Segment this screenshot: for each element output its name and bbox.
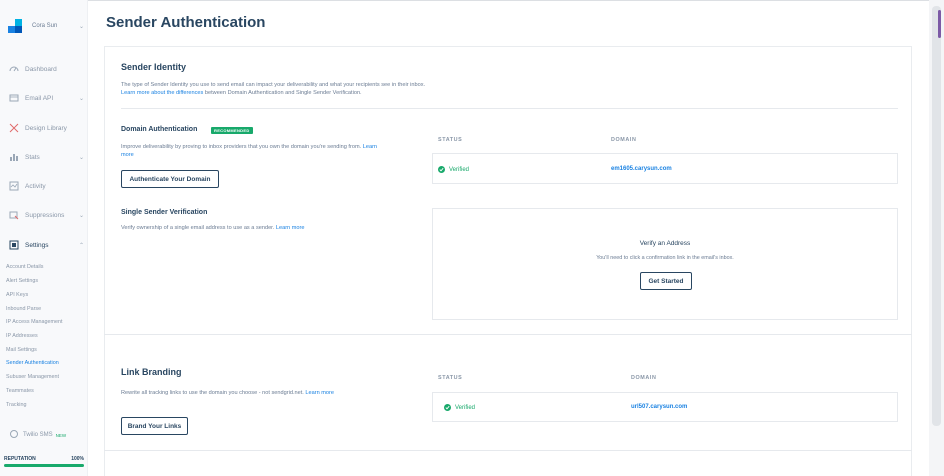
activity-icon bbox=[8, 181, 19, 192]
learn-more-differences-link[interactable]: Learn more about the differences bbox=[121, 90, 203, 96]
sidebar: Cora Sun ⌄ Dashboard Email API ⌄ Design … bbox=[0, 0, 88, 476]
recommended-badge: RECOMMENDED bbox=[211, 127, 253, 134]
link-branding-description: Rewrite all tracking links to use the do… bbox=[121, 389, 371, 397]
scrollbar-indicator bbox=[938, 10, 941, 38]
domain-auth-status-header: STATUS bbox=[438, 137, 463, 143]
twilio-label: Twilio SMS bbox=[23, 432, 53, 438]
page-title: Sender Authentication bbox=[106, 14, 266, 31]
section-divider bbox=[121, 108, 898, 109]
sidebar-item-label: Email API bbox=[25, 94, 54, 102]
sidebar-item-dashboard[interactable]: Dashboard bbox=[8, 62, 84, 76]
check-circle-icon bbox=[444, 404, 451, 411]
settings-sub-ip-addresses[interactable]: IP Addresses bbox=[6, 333, 38, 339]
scrollbar-thumb[interactable] bbox=[932, 6, 941, 426]
link-branding-status-header: STATUS bbox=[438, 375, 463, 381]
design-library-icon bbox=[8, 123, 19, 134]
new-badge: NEW bbox=[55, 432, 67, 438]
sidebar-item-email-api[interactable]: Email API ⌄ bbox=[8, 91, 84, 105]
domain-auth-description: Improve deliverability by proving to inb… bbox=[121, 143, 381, 159]
settings-sub-sender-authentication[interactable]: Sender Authentication bbox=[6, 360, 59, 366]
settings-sub-inbound-parse[interactable]: Inbound Parse bbox=[6, 306, 41, 312]
check-circle-icon bbox=[438, 166, 445, 173]
domain-auth-heading: Domain Authentication bbox=[121, 126, 198, 133]
get-started-button[interactable]: Get Started bbox=[640, 272, 692, 290]
sidebar-item-settings[interactable]: Settings ⌃ bbox=[8, 238, 84, 252]
settings-sub-tracking[interactable]: Tracking bbox=[6, 402, 26, 408]
sidebar-item-activity[interactable]: Activity bbox=[8, 179, 84, 193]
domain-auth-status: Verified bbox=[438, 166, 469, 173]
link-branding-desc-text: Rewrite all tracking links to use the do… bbox=[121, 390, 304, 396]
single-sender-learn-more-link[interactable]: Learn more bbox=[276, 225, 305, 231]
section-divider bbox=[104, 450, 912, 451]
sidebar-item-twilio-sms[interactable]: Twilio SMS NEW bbox=[10, 430, 66, 440]
settings-icon bbox=[8, 240, 19, 251]
sidebar-item-stats[interactable]: Stats ⌄ bbox=[8, 150, 84, 164]
chevron-down-icon: ⌄ bbox=[78, 212, 84, 219]
brand-your-links-button[interactable]: Brand Your Links bbox=[121, 417, 188, 435]
reputation-meter: REPUTATION 100% bbox=[4, 456, 84, 467]
verify-address-panel: Verify an Address You'll need to click a… bbox=[432, 208, 898, 320]
stats-icon bbox=[8, 152, 19, 163]
link-branding-heading: Link Branding bbox=[121, 367, 182, 377]
account-switcher[interactable]: Cora Sun ⌄ bbox=[8, 18, 84, 34]
single-sender-description: Verify ownership of a single email addre… bbox=[121, 224, 421, 232]
link-branding-domain-header: DOMAIN bbox=[631, 375, 657, 381]
section-divider bbox=[104, 334, 912, 335]
chevron-down-icon: ⌄ bbox=[78, 154, 84, 161]
settings-sub-teammates[interactable]: Teammates bbox=[6, 388, 34, 394]
sender-identity-desc-text-2: between Domain Authentication and Single… bbox=[204, 90, 362, 96]
sidebar-item-label: Suppressions bbox=[25, 211, 65, 219]
sidebar-item-suppressions[interactable]: Suppressions ⌄ bbox=[8, 208, 84, 222]
sender-identity-heading: Sender Identity bbox=[121, 62, 187, 72]
sidebar-item-label: Activity bbox=[25, 182, 46, 190]
suppressions-icon bbox=[8, 210, 19, 221]
sender-identity-description: The type of Sender Identity you use to s… bbox=[121, 81, 541, 97]
reputation-label: REPUTATION bbox=[4, 456, 36, 462]
settings-sub-ip-access[interactable]: IP Access Management bbox=[6, 319, 63, 325]
link-branding-status: Verified bbox=[444, 404, 475, 411]
verify-address-title: Verify an Address bbox=[639, 240, 691, 247]
sidebar-item-label: Design Library bbox=[25, 124, 67, 132]
sidebar-item-label: Stats bbox=[25, 153, 40, 161]
dashboard-icon bbox=[8, 64, 19, 75]
link-branding-learn-more-link[interactable]: Learn more bbox=[305, 390, 334, 396]
chevron-down-icon: ⌄ bbox=[78, 95, 84, 102]
link-branding-domain[interactable]: url507.carysun.com bbox=[631, 404, 687, 410]
settings-sub-account-details[interactable]: Account Details bbox=[6, 264, 43, 270]
status-text: Verified bbox=[449, 166, 470, 173]
single-sender-heading: Single Sender Verification bbox=[121, 209, 208, 216]
reputation-bar bbox=[4, 464, 84, 467]
domain-auth-domain[interactable]: em1605.carysun.com bbox=[611, 166, 672, 172]
domain-auth-desc-text: Improve deliverability by proving to inb… bbox=[121, 144, 362, 150]
settings-sub-mail-settings[interactable]: Mail Settings bbox=[6, 347, 37, 353]
reputation-value: 100% bbox=[71, 456, 84, 462]
sendgrid-logo-icon bbox=[8, 19, 22, 33]
domain-auth-domain-header: DOMAIN bbox=[611, 137, 637, 143]
chevron-down-icon: ⌄ bbox=[78, 23, 84, 30]
single-sender-desc-text: Verify ownership of a single email addre… bbox=[121, 225, 275, 231]
chevron-up-icon: ⌃ bbox=[78, 242, 84, 249]
settings-sub-subuser-management[interactable]: Subuser Management bbox=[6, 374, 59, 380]
account-name: Cora Sun bbox=[32, 23, 58, 29]
sidebar-item-label: Dashboard bbox=[25, 65, 57, 73]
email-api-icon bbox=[8, 93, 19, 104]
authenticate-domain-button[interactable]: Authenticate Your Domain bbox=[121, 170, 219, 188]
status-text: Verified bbox=[455, 404, 476, 411]
twilio-icon bbox=[10, 430, 18, 440]
window-top-border bbox=[0, 0, 944, 1]
sender-identity-desc-text: The type of Sender Identity you use to s… bbox=[121, 82, 426, 88]
sidebar-item-design-library[interactable]: Design Library bbox=[8, 121, 84, 135]
verify-address-text: You'll need to click a confirmation link… bbox=[596, 255, 734, 261]
sidebar-item-label: Settings bbox=[25, 241, 49, 249]
settings-sub-alert-settings[interactable]: Alert Settings bbox=[6, 278, 38, 284]
settings-sub-api-keys[interactable]: API Keys bbox=[6, 292, 28, 298]
